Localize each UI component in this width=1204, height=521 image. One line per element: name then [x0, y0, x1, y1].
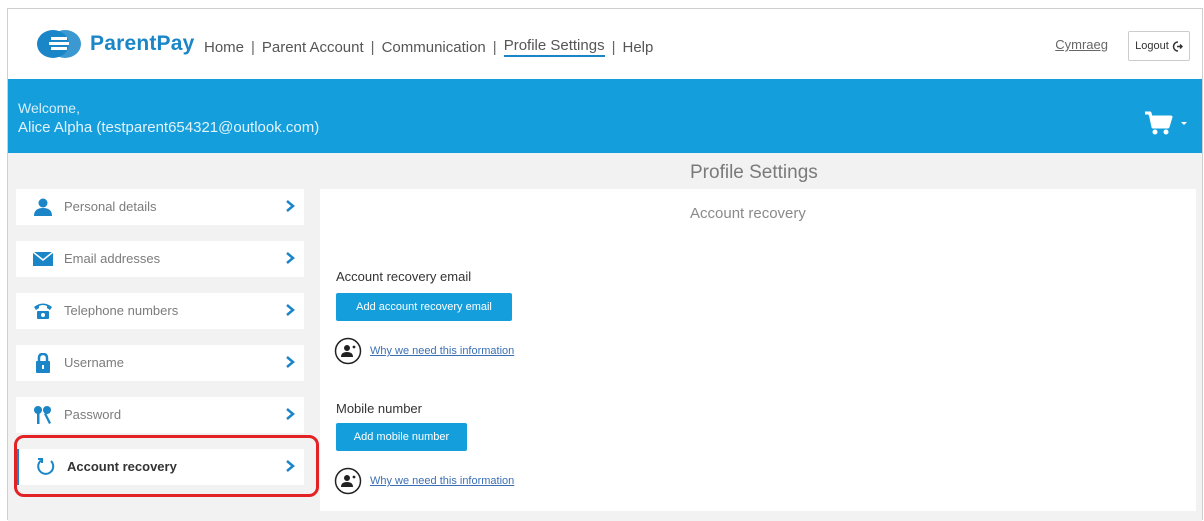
recovery-email-label: Account recovery email: [336, 269, 472, 284]
settings-sidebar: Personal details Email addresses Telepho…: [14, 189, 319, 501]
chevron-right-icon: [286, 408, 295, 420]
nav-parent-account[interactable]: Parent Account: [262, 39, 364, 56]
mobile-number-label: Mobile number: [336, 401, 422, 416]
content-area: Profile Settings Personal details Email …: [8, 153, 1202, 521]
cart-button[interactable]: [1144, 110, 1188, 136]
why-info-row: Why we need this information: [334, 467, 514, 495]
parentpay-logo[interactable]: ParentPay: [36, 28, 195, 60]
lock-icon: [32, 353, 54, 373]
sidebar-item-label: Username: [64, 355, 124, 370]
sidebar-item-account-recovery[interactable]: Account recovery: [14, 435, 319, 497]
why-we-need-link[interactable]: Why we need this information: [370, 345, 514, 357]
highlight-outline: [14, 435, 319, 497]
nav-home[interactable]: Home: [204, 39, 244, 56]
welcome-user: Alice Alpha (testparent654321@outlook.co…: [18, 119, 320, 136]
sidebar-item-label: Personal details: [64, 199, 157, 214]
info-person-icon: [334, 467, 362, 495]
sidebar-item-label: Telephone numbers: [64, 303, 179, 318]
sidebar-item-label: Email addresses: [64, 251, 161, 266]
person-icon: [32, 197, 54, 217]
nav-help[interactable]: Help: [622, 39, 653, 56]
panel-title: Account recovery: [690, 205, 806, 222]
nav-separator: |: [370, 38, 375, 56]
logout-button[interactable]: Logout: [1128, 31, 1190, 61]
nav-separator: |: [611, 38, 616, 56]
account-recovery-panel: Account recovery Account recovery email …: [320, 189, 1196, 511]
add-mobile-number-button[interactable]: Add mobile number: [336, 423, 467, 451]
keys-icon: [32, 405, 54, 425]
chevron-right-icon: [286, 252, 295, 264]
shopping-cart-icon: [1145, 111, 1173, 135]
sidebar-item-password[interactable]: Password: [16, 397, 304, 433]
logout-label: Logout: [1135, 40, 1169, 52]
sidebar-item-label: Password: [64, 407, 122, 422]
envelope-icon: [32, 249, 54, 269]
why-info-row: Why we need this information: [334, 337, 514, 365]
telephone-icon: [32, 301, 54, 321]
sidebar-item-email-addresses[interactable]: Email addresses: [16, 241, 304, 277]
page-frame: ParentPay Home | Parent Account | Commun…: [7, 8, 1203, 521]
nav-communication[interactable]: Communication: [382, 39, 486, 56]
nav-separator: |: [251, 38, 255, 56]
welcome-banner: Welcome, Alice Alpha (testparent654321@o…: [8, 79, 1202, 153]
welcome-text: Welcome,: [18, 100, 80, 116]
why-we-need-link[interactable]: Why we need this information: [370, 475, 514, 487]
sidebar-item-telephone-numbers[interactable]: Telephone numbers: [16, 293, 304, 329]
sidebar-item-personal-details[interactable]: Personal details: [16, 189, 304, 225]
nav-profile-settings[interactable]: Profile Settings: [503, 37, 605, 57]
main-nav: Home | Parent Account | Communication | …: [204, 37, 653, 57]
top-header: ParentPay Home | Parent Account | Commun…: [8, 9, 1202, 79]
parentpay-logo-icon: [37, 30, 81, 58]
add-recovery-email-button[interactable]: Add account recovery email: [336, 293, 512, 321]
sidebar-item-username[interactable]: Username: [16, 345, 304, 381]
chevron-right-icon: [286, 304, 295, 316]
logout-icon: [1172, 40, 1183, 52]
nav-separator: |: [492, 38, 497, 56]
logo-text: ParentPay: [90, 32, 195, 55]
chevron-right-icon: [286, 200, 295, 212]
info-person-icon: [334, 337, 362, 365]
page-title: Profile Settings: [690, 162, 818, 183]
language-link[interactable]: Cymraeg: [1055, 37, 1108, 52]
chevron-down-icon: [1181, 122, 1187, 125]
chevron-right-icon: [286, 356, 295, 368]
